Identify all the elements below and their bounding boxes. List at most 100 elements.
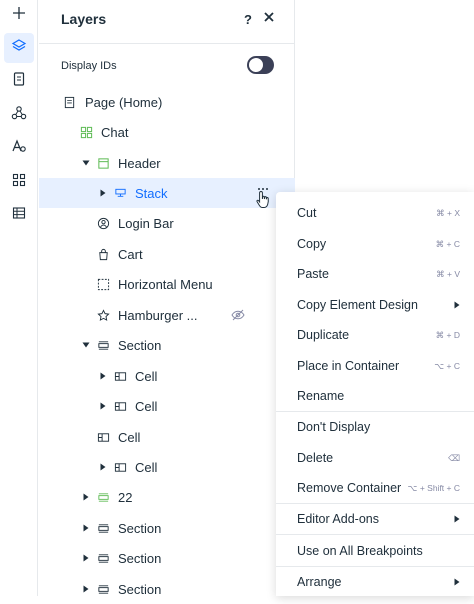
tree-row[interactable]: Cell [39,361,295,391]
page-icon [62,95,76,109]
section-icon [96,582,110,596]
menu-item-label: Don't Display [297,420,371,434]
tree-row-label: Page (Home) [85,94,163,110]
tree-row[interactable]: 22 [39,482,295,512]
menu-item-label: Rename [297,389,345,403]
tree-row[interactable]: Section [39,543,295,573]
table-icon [11,205,27,226]
tree-row-label: Section [118,337,162,353]
menu-item-dont-display[interactable]: Don't Display [276,412,474,442]
tree-row-label: Cell [135,368,158,384]
header-divider [39,43,295,44]
chat-widget-icon [79,125,93,139]
close-button[interactable] [261,11,277,27]
cms-button[interactable] [4,200,34,230]
pages-icon [11,71,27,92]
caret-right-icon[interactable] [98,462,108,472]
connections-button[interactable] [4,100,34,130]
menu-item-label: Use on All Breakpoints [297,544,423,558]
caret-right-icon[interactable] [81,523,91,533]
menu-item-shortcut: ⌘ + C [435,238,460,249]
display-ids-label: Display IDs [61,60,117,72]
tree-row-label: Login Bar [118,215,174,231]
tree-row[interactable]: Login Bar [39,208,295,238]
cell-icon [113,369,127,383]
menu-item-label: Copy [297,237,327,251]
menu-item-place-in-container[interactable]: Place in Container ⌥ + C [276,351,474,381]
tree-row-selected[interactable]: Stack [39,178,295,208]
caret-down-icon[interactable] [81,340,91,350]
menu-item-label: Editor Add-ons [297,512,379,526]
stack-icon [113,186,127,200]
menu-item-shortcut: ⌘ + V [436,268,460,279]
tree-row[interactable]: Cell [39,391,295,421]
menu-item-paste[interactable]: Paste ⌘ + V [276,259,474,289]
display-ids-toggle[interactable] [247,56,274,74]
tree-row-label: Chat [101,124,129,140]
connections-icon [11,105,27,126]
menu-item-shortcut: ⌥ + Shift + C [407,482,460,493]
caret-right-icon[interactable] [81,553,91,563]
tree-row[interactable]: Cell [39,452,295,482]
help-button[interactable]: ? [244,12,252,27]
caret-right-icon[interactable] [98,371,108,381]
menu-item-shortcut: ⌥ + C [434,360,460,371]
tree-row-label: Section [118,550,162,566]
caret-right-icon[interactable] [98,401,108,411]
tree-row[interactable]: Cell [39,422,295,452]
menu-item-cut[interactable]: Cut ⌘ + X [276,198,474,228]
toggle-knob [249,58,263,72]
chevron-right-icon [454,300,462,310]
tree-row[interactable]: Cart [39,239,295,269]
chevron-right-icon [454,514,462,524]
tree-row-label: Stack [135,185,168,201]
menu-item-remove-container[interactable]: Remove Container ⌥ + Shift + C [276,473,474,503]
pages-button[interactable] [4,66,34,96]
menu-item-delete[interactable]: Delete ⌫ [276,443,474,473]
menu-item-copy[interactable]: Copy ⌘ + C [276,229,474,259]
menu-item-label: Copy Element Design [297,298,418,312]
plus-icon [11,5,27,26]
add-elements-button[interactable] [4,0,34,30]
left-toolbar [0,0,38,596]
menu-item-label: Duplicate [297,328,350,342]
tree-row[interactable]: Section [39,574,295,604]
tree-row[interactable]: Horizontal Menu [39,269,295,299]
tree-row[interactable]: Section [39,513,295,543]
tree-row[interactable]: Page (Home) [39,87,295,117]
layers-icon [11,38,27,59]
tree-row-label: Section [118,520,162,536]
caret-down-icon[interactable] [81,158,91,168]
tree-row-label: 22 [118,489,133,505]
tree-row[interactable]: Header [39,148,295,178]
theme-button[interactable] [4,133,34,163]
section-green-icon [96,490,110,504]
menu-item-label: Remove Container [297,481,402,495]
menu-item-duplicate[interactable]: Duplicate ⌘ + D [276,320,474,350]
tree-row-label: Hamburger ... [118,307,198,323]
apps-icon [11,172,27,193]
tree-row[interactable]: Hamburger ... [39,300,295,330]
tree-row-label: Cell [135,398,158,414]
apps-button[interactable] [4,167,34,197]
caret-right-icon[interactable] [81,492,91,502]
menu-item-copy-element-design[interactable]: Copy Element Design [276,290,474,320]
tree-row-label: Horizontal Menu [118,276,213,292]
panel-title: Layers [61,11,107,27]
menu-item-label: Cut [297,206,317,220]
menu-item-rename[interactable]: Rename [276,381,474,411]
tree-row[interactable]: Chat [39,117,295,147]
menu-item-arrange[interactable]: Arrange [276,567,474,597]
caret-right-icon[interactable] [98,188,108,198]
menu-item-editor-add-ons[interactable]: Editor Add-ons [276,504,474,534]
menu-item-label: Arrange [297,575,342,589]
caret-right-icon[interactable] [81,584,91,594]
menu-divider [276,534,474,535]
hidden-eye-icon[interactable] [231,308,245,325]
section-icon [96,338,110,352]
tree-row-label: Header [118,155,161,171]
menu-item-use-on-all-breakpoints[interactable]: Use on All Breakpoints [276,536,474,566]
tree-row[interactable]: Section [39,330,295,360]
layers-panel: Layers ? Display IDs Page (Home) Chat He… [39,0,295,597]
layers-button[interactable] [4,33,34,63]
